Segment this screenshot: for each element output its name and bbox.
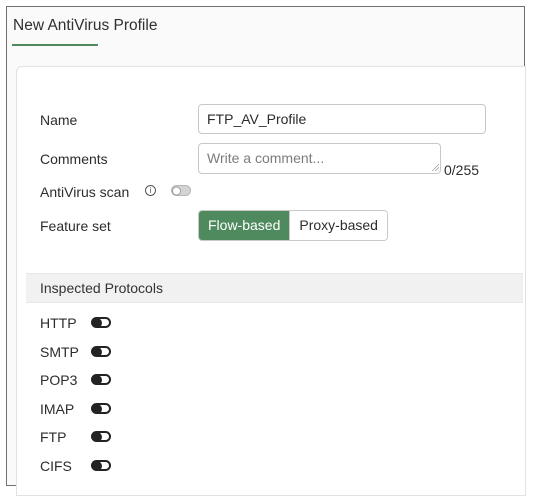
toggle-knob (92, 317, 102, 328)
name-label: Name (40, 112, 78, 128)
antivirus-scan-toggle[interactable] (171, 185, 191, 196)
protocol-label-smtp: SMTP (40, 344, 79, 360)
antivirus-scan-label: AntiVirus scan (40, 184, 130, 200)
inspected-protocols-title: Inspected Protocols (40, 280, 163, 296)
comments-counter: 0/255 (444, 162, 480, 178)
feature-set-flow-based-button[interactable]: Flow-based (199, 211, 290, 240)
protocol-toggle-imap[interactable] (91, 403, 111, 414)
resize-grip-icon[interactable] (431, 163, 439, 171)
protocol-toggle-pop3[interactable] (91, 374, 111, 385)
inspected-protocols-header: Inspected Protocols (26, 273, 523, 303)
protocol-toggle-http[interactable] (91, 317, 111, 328)
protocol-label-pop3: POP3 (40, 372, 78, 388)
toggle-knob (92, 346, 102, 357)
title-underline (12, 44, 98, 46)
name-input[interactable] (198, 104, 486, 134)
toggle-knob (92, 374, 102, 385)
feature-set-segmented-control: Flow-based Proxy-based (198, 210, 388, 241)
info-icon[interactable]: i (145, 185, 156, 196)
protocol-label-ftp: FTP (40, 429, 67, 445)
toggle-knob (92, 403, 102, 414)
protocol-label-cifs: CIFS (40, 458, 72, 474)
comments-label: Comments (40, 151, 108, 167)
protocol-toggle-ftp[interactable] (91, 431, 111, 442)
toggle-knob (92, 431, 102, 442)
toggle-knob (92, 460, 102, 471)
page-title: New AntiVirus Profile (13, 17, 158, 34)
comments-textarea[interactable] (198, 143, 441, 174)
feature-set-proxy-based-button[interactable]: Proxy-based (289, 211, 387, 240)
protocol-toggle-cifs[interactable] (91, 460, 111, 471)
toggle-knob (172, 186, 181, 195)
protocol-label-imap: IMAP (40, 401, 75, 417)
protocol-label-http: HTTP (40, 315, 77, 331)
protocol-toggle-smtp[interactable] (91, 346, 111, 357)
feature-set-label: Feature set (40, 218, 111, 234)
